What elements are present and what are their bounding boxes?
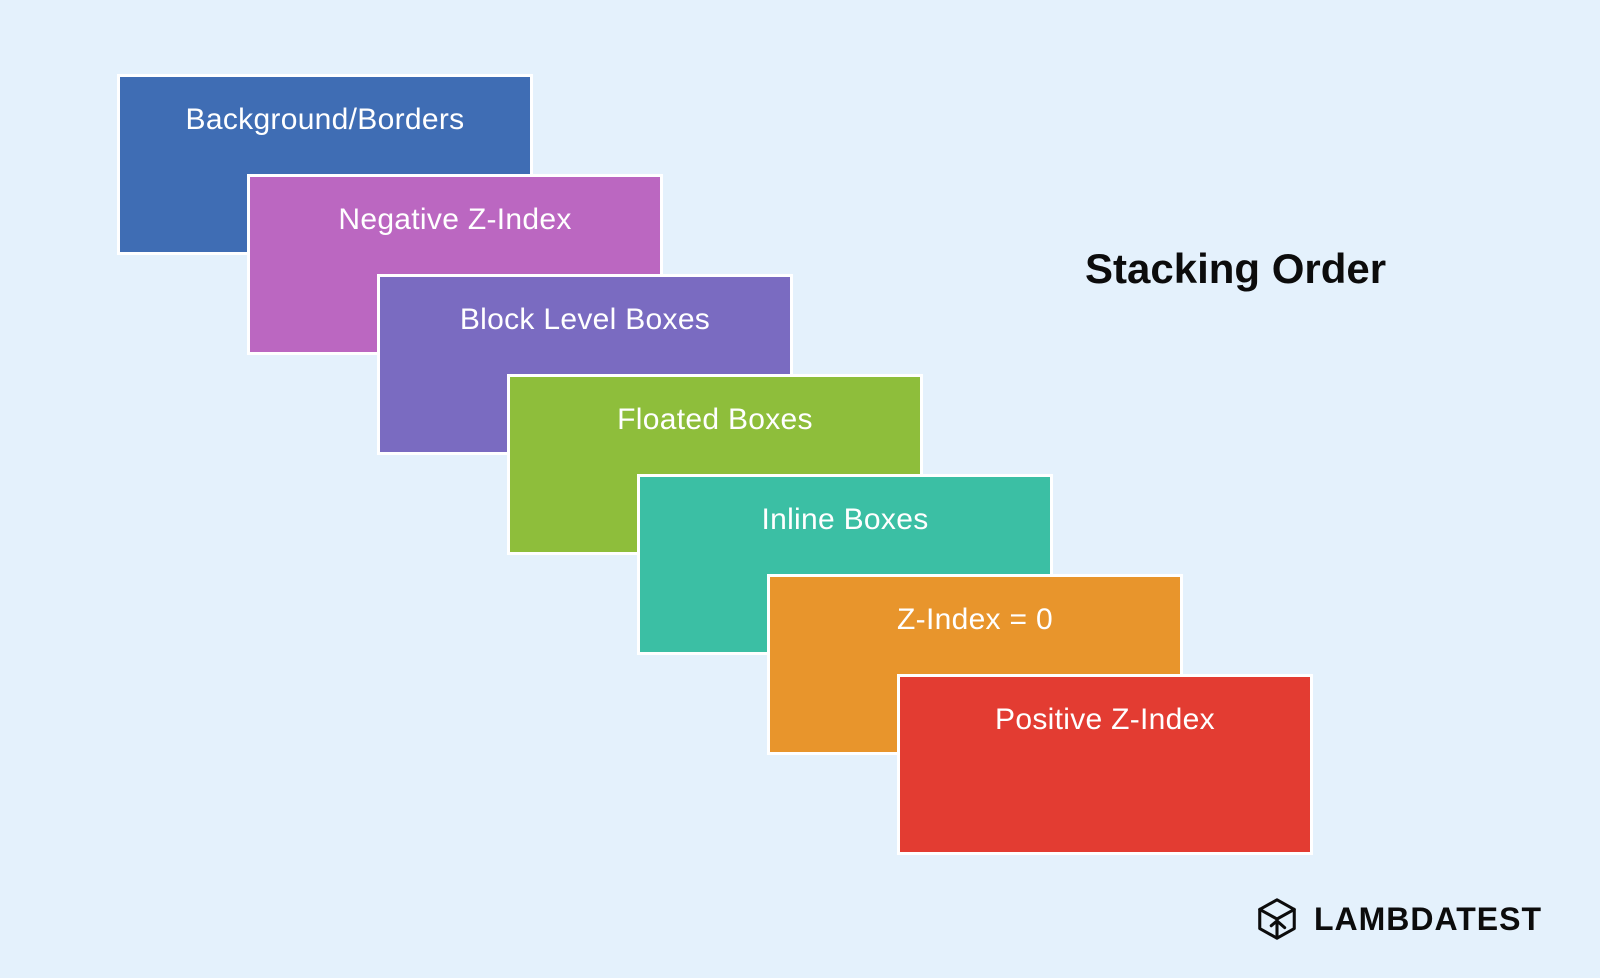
stacking-layer-6: Positive Z-Index — [900, 677, 1310, 852]
brand-badge: LAMBDATEST — [1254, 896, 1542, 942]
diagram-stage: Stacking Order LAMBDATEST Background/Bor… — [0, 0, 1600, 978]
lambdatest-logo-icon — [1254, 896, 1300, 942]
brand-text: LAMBDATEST — [1314, 901, 1542, 938]
diagram-title: Stacking Order — [1085, 245, 1386, 293]
